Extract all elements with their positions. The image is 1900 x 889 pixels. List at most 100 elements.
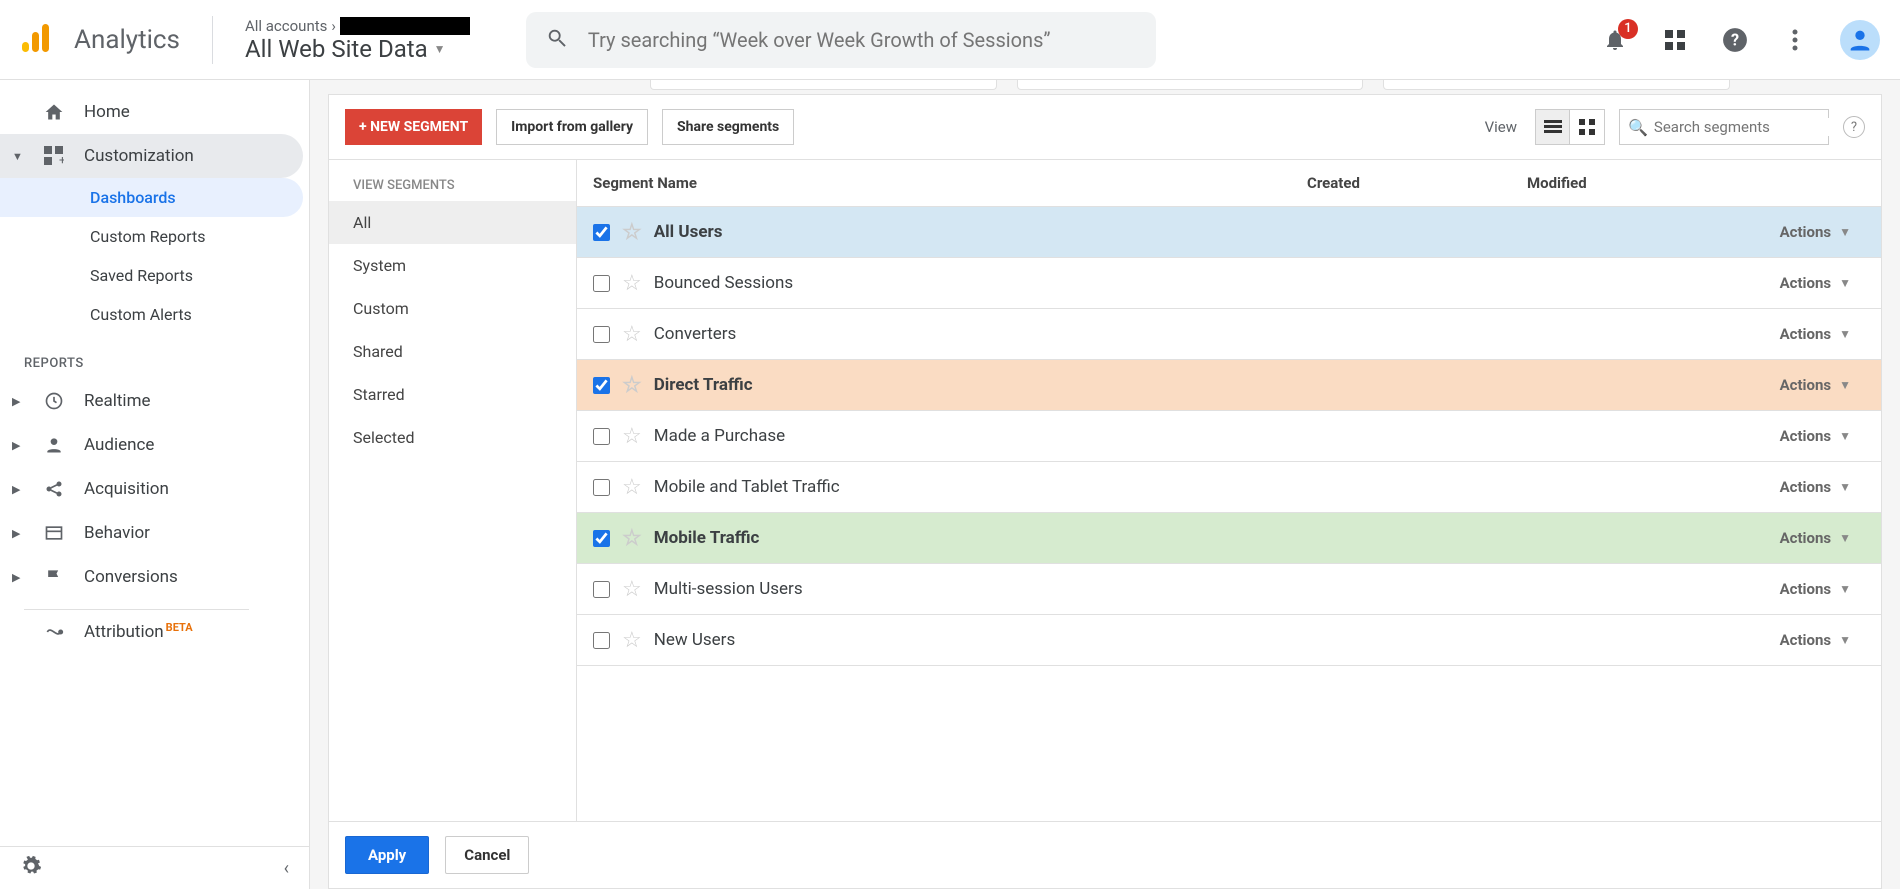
row-checkbox[interactable] (593, 377, 610, 394)
table-row[interactable]: ☆ConvertersActions▼ (577, 309, 1881, 360)
row-checkbox[interactable] (593, 428, 610, 445)
nav-conversions[interactable]: ▶ Conversions (0, 555, 303, 599)
global-search-input[interactable] (588, 28, 1136, 52)
view-label: View (1485, 118, 1517, 136)
apply-button[interactable]: Apply (345, 836, 429, 874)
account-avatar[interactable] (1840, 20, 1880, 60)
global-search[interactable] (526, 12, 1156, 68)
expand-icon: ▶ (12, 527, 24, 540)
import-gallery-button[interactable]: Import from gallery (496, 109, 648, 145)
admin-gear-icon[interactable] (20, 855, 42, 881)
table-row[interactable]: ☆Made a PurchaseActions▼ (577, 411, 1881, 462)
table-row[interactable]: ☆Multi-session UsersActions▼ (577, 564, 1881, 615)
segment-category-selected[interactable]: Selected (329, 416, 576, 459)
nav-acquisition[interactable]: ▶ Acquisition (0, 467, 303, 511)
header-actions: 1 ? (1600, 20, 1880, 60)
star-icon[interactable]: ☆ (622, 271, 642, 296)
notifications-button[interactable]: 1 (1600, 25, 1630, 55)
search-icon: 🔍 (1628, 118, 1648, 137)
nav-realtime[interactable]: ▶ Realtime (0, 379, 303, 423)
main-area: + NEW SEGMENT Import from gallery Share … (310, 80, 1900, 889)
nav-reports-label: REPORTS (0, 334, 309, 379)
row-actions[interactable]: Actions▼ (1731, 223, 1881, 241)
col-created[interactable]: Created (1291, 160, 1511, 206)
row-actions[interactable]: Actions▼ (1731, 529, 1881, 547)
segment-name: New Users (654, 630, 735, 650)
row-actions[interactable]: Actions▼ (1731, 427, 1881, 445)
row-checkbox[interactable] (593, 275, 610, 292)
row-checkbox[interactable] (593, 530, 610, 547)
segment-search[interactable]: 🔍 (1619, 109, 1829, 145)
row-actions[interactable]: Actions▼ (1731, 376, 1881, 394)
caret-down-icon: ▼ (1839, 327, 1851, 341)
share-segments-button[interactable]: Share segments (662, 109, 794, 145)
table-row[interactable]: ☆ Bounced Sessions Actions▼ (577, 258, 1881, 309)
account-picker[interactable]: All accounts › All Web Site Data ▼ (245, 17, 470, 63)
row-actions[interactable]: Actions▼ (1731, 274, 1881, 292)
segment-category-all[interactable]: All (329, 201, 576, 244)
view-grid-button[interactable] (1570, 110, 1604, 144)
star-icon[interactable]: ☆ (622, 628, 642, 653)
new-segment-button[interactable]: + NEW SEGMENT (345, 109, 482, 145)
caret-down-icon: ▼ (1839, 531, 1851, 545)
table-row[interactable]: ☆Direct TrafficActions▼ (577, 360, 1881, 411)
row-checkbox[interactable] (593, 479, 610, 496)
segment-search-input[interactable] (1654, 118, 1853, 136)
svg-text:?: ? (1731, 30, 1739, 49)
home-icon (42, 102, 66, 122)
star-icon[interactable]: ☆ (622, 322, 642, 347)
more-vert-icon[interactable] (1780, 25, 1810, 55)
view-name: All Web Site Data (245, 35, 428, 63)
segment-category-system[interactable]: System (329, 244, 576, 287)
table-row[interactable]: ☆Mobile and Tablet TrafficActions▼ (577, 462, 1881, 513)
table-row[interactable]: ☆ New Users Actions▼ (577, 615, 1881, 666)
segment-rows: ☆All UsersActions▼☆Bounced SessionsActio… (577, 207, 1881, 821)
divider (212, 16, 213, 64)
nav-custom-reports[interactable]: Custom Reports (0, 217, 303, 256)
svg-text:+: + (59, 153, 64, 166)
breadcrumb-prefix: All accounts (245, 17, 327, 35)
row-actions[interactable]: Actions▼ (1731, 478, 1881, 496)
table-row[interactable]: ☆Mobile TrafficActions▼ (577, 513, 1881, 564)
nav-saved-reports[interactable]: Saved Reports (0, 256, 303, 295)
star-icon[interactable]: ☆ (622, 424, 642, 449)
row-checkbox[interactable] (593, 224, 610, 241)
caret-down-icon: ▼ (1839, 276, 1851, 290)
segment-name: Bounced Sessions (654, 273, 793, 293)
expand-icon: ▶ (12, 395, 24, 408)
star-icon[interactable]: ☆ (622, 220, 642, 245)
row-checkbox[interactable] (593, 326, 610, 343)
row-checkbox[interactable] (593, 581, 610, 598)
col-name[interactable]: Segment Name (577, 160, 1291, 206)
nav-dashboards[interactable]: Dashboards (0, 178, 303, 217)
nav-audience[interactable]: ▶ Audience (0, 423, 303, 467)
row-actions[interactable]: Actions▼ (1731, 325, 1881, 343)
nav-home[interactable]: Home (0, 90, 303, 134)
view-list-button[interactable] (1536, 110, 1570, 144)
table-row[interactable]: ☆All UsersActions▼ (577, 207, 1881, 258)
star-icon[interactable]: ☆ (622, 577, 642, 602)
col-modified[interactable]: Modified (1511, 160, 1731, 206)
apps-grid-icon[interactable] (1660, 25, 1690, 55)
nav-behavior[interactable]: ▶ Behavior (0, 511, 303, 555)
segment-help-button[interactable]: ? (1843, 116, 1865, 138)
collapse-nav-icon[interactable]: ‹ (284, 858, 289, 879)
caret-down-icon: ▼ (1839, 480, 1851, 494)
star-icon[interactable]: ☆ (622, 526, 642, 551)
nav-custom-alerts[interactable]: Custom Alerts (0, 295, 303, 334)
star-icon[interactable]: ☆ (622, 373, 642, 398)
segment-categories-label: VIEW SEGMENTS (329, 160, 576, 201)
nav-customization[interactable]: ▼ + Customization (0, 134, 303, 178)
row-actions[interactable]: Actions▼ (1731, 631, 1881, 649)
segment-category-shared[interactable]: Shared (329, 330, 576, 373)
nav-attribution[interactable]: AttributionBETA (0, 610, 303, 654)
star-icon[interactable]: ☆ (622, 475, 642, 500)
segment-category-custom[interactable]: Custom (329, 287, 576, 330)
notification-badge: 1 (1618, 19, 1638, 39)
row-checkbox[interactable] (593, 632, 610, 649)
row-actions[interactable]: Actions▼ (1731, 580, 1881, 598)
help-icon[interactable]: ? (1720, 25, 1750, 55)
segment-category-starred[interactable]: Starred (329, 373, 576, 416)
logo[interactable]: Analytics (10, 20, 180, 60)
cancel-button[interactable]: Cancel (445, 836, 529, 874)
